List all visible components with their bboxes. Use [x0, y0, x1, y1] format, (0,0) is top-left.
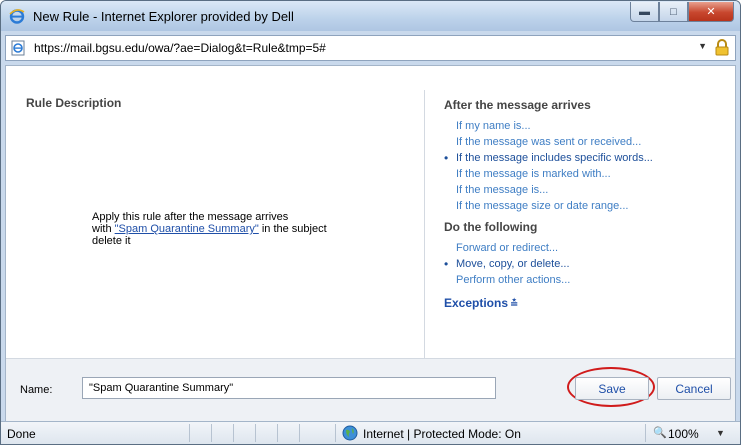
rule-options-panel: After the message arrives If my name is.…: [444, 98, 734, 310]
title-bar: New Rule - Internet Explorer provided by…: [1, 1, 740, 31]
ie-window: New Rule - Internet Explorer provided by…: [0, 0, 741, 445]
conditions-heading: After the message arrives: [444, 98, 591, 112]
ie-icon: [9, 9, 25, 24]
double-chevron-down-icon: ≛: [510, 299, 519, 310]
action-label: Forward or redirect...: [456, 242, 559, 254]
rule-description-line2: with "Spam Quarantine Summary" in the su…: [92, 223, 327, 235]
condition-message-is[interactable]: If the message is...: [444, 182, 734, 198]
zoom-level[interactable]: 100%: [668, 427, 699, 441]
page-icon: [11, 40, 25, 56]
condition-specific-words[interactable]: • If the message includes specific words.…: [444, 150, 734, 166]
action-move-copy-delete[interactable]: • Move, copy, or delete...: [444, 256, 734, 272]
action-other[interactable]: Perform other actions...: [444, 272, 734, 288]
dialog-footer: Name: Save Cancel: [6, 358, 735, 422]
status-separator: [277, 424, 278, 442]
condition-marked-with[interactable]: If the message is marked with...: [444, 166, 734, 182]
minimize-button[interactable]: ▬: [630, 2, 659, 22]
condition-label: If the message includes specific words..…: [456, 152, 653, 164]
panel-divider: [424, 90, 425, 358]
condition-label: If the message is...: [456, 184, 549, 196]
condition-size-or-date[interactable]: If the message size or date range...: [444, 198, 734, 214]
rule-description-line1: Apply this rule after the message arrive…: [92, 211, 289, 223]
status-separator: [335, 424, 336, 442]
maximize-button[interactable]: □: [659, 2, 688, 22]
name-label: Name:: [20, 384, 53, 396]
selected-bullet-icon: •: [444, 151, 449, 165]
zoom-icon[interactable]: 🔍: [653, 426, 667, 439]
condition-label: If the message is marked with...: [456, 168, 611, 180]
status-separator: [211, 424, 212, 442]
action-label: Perform other actions...: [456, 274, 571, 286]
status-bar: Done Internet | Protected Mode: On 🔍 100…: [1, 421, 740, 444]
address-url[interactable]: https://mail.bgsu.edu/owa/?ae=Dialog&t=R…: [34, 41, 326, 55]
actions-heading: Do the following: [444, 220, 538, 234]
action-forward-redirect[interactable]: Forward or redirect...: [444, 240, 734, 256]
globe-icon[interactable]: [342, 425, 358, 441]
status-separator: [189, 424, 190, 442]
selected-bullet-icon: •: [444, 257, 449, 271]
status-separator: [645, 424, 646, 442]
address-bar[interactable]: https://mail.bgsu.edu/owa/?ae=Dialog&t=R…: [5, 35, 736, 61]
chevron-down-icon[interactable]: ▼: [698, 41, 707, 51]
rule-description-line2-prefix: with: [92, 223, 115, 235]
condition-label: If my name is...: [456, 120, 531, 132]
status-separator: [255, 424, 256, 442]
lock-icon[interactable]: [715, 39, 729, 56]
close-icon: ✕: [706, 6, 716, 18]
rule-dialog: Rule Description Apply this rule after t…: [5, 65, 736, 422]
rule-description-line3: delete it: [92, 235, 131, 247]
condition-label: If the message was sent or received...: [456, 136, 642, 148]
spam-quarantine-link[interactable]: "Spam Quarantine Summary": [115, 223, 259, 235]
cancel-button[interactable]: Cancel: [657, 377, 731, 400]
action-label: Move, copy, or delete...: [456, 258, 570, 270]
rule-description-body: Apply this rule after the message arrive…: [92, 211, 327, 247]
save-button[interactable]: Save: [575, 377, 649, 400]
minimize-icon: ▬: [639, 5, 650, 18]
security-zone-text[interactable]: Internet | Protected Mode: On: [363, 427, 521, 441]
caption-buttons: ▬ □ ✕: [630, 2, 734, 22]
close-button[interactable]: ✕: [688, 2, 734, 22]
status-text: Done: [7, 427, 36, 441]
exceptions-toggle[interactable]: Exceptions ≛: [444, 296, 734, 310]
status-separator: [299, 424, 300, 442]
chevron-down-icon[interactable]: ▼: [716, 428, 725, 438]
status-separator: [233, 424, 234, 442]
maximize-icon: □: [670, 5, 677, 18]
rule-description-line2-suffix: in the subject: [258, 223, 327, 235]
condition-sent-or-received[interactable]: If the message was sent or received...: [444, 134, 734, 150]
window-title: New Rule - Internet Explorer provided by…: [33, 9, 294, 24]
condition-label: If the message size or date range...: [456, 200, 629, 212]
exceptions-label: Exceptions: [444, 296, 509, 310]
rule-name-input[interactable]: [82, 377, 496, 399]
condition-my-name[interactable]: If my name is...: [444, 118, 734, 134]
rule-description-heading: Rule Description: [26, 96, 122, 110]
